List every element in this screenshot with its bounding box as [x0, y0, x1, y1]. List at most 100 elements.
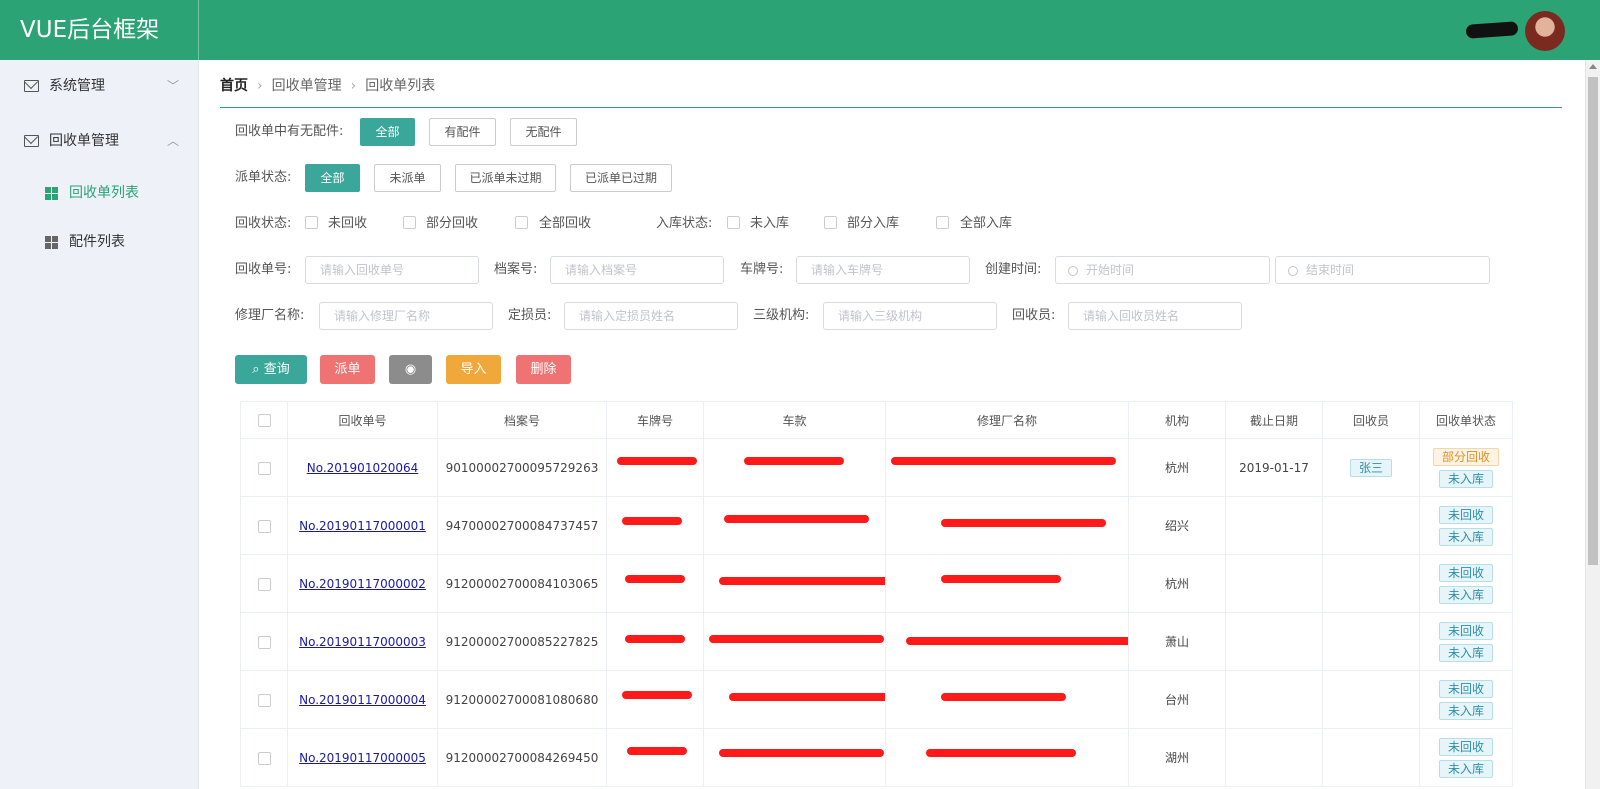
col-header: 回收单状态 [1419, 401, 1513, 439]
clock-icon [1068, 266, 1078, 276]
car-model-cell [703, 554, 886, 613]
order-no-link[interactable]: No.20190117000001 [299, 519, 426, 533]
org-cell: 杭州 [1128, 438, 1226, 497]
page-scrollbar[interactable] [1585, 60, 1600, 789]
storage-none-checkbox[interactable] [727, 216, 740, 229]
assessor-label: 定损员: [508, 308, 552, 323]
plate-no-cell [606, 670, 704, 729]
assessor-input[interactable]: 请输入定损员姓名 [564, 302, 738, 330]
dispatch-valid-button[interactable]: 已派单未过期 [455, 164, 556, 192]
row-checkbox[interactable] [257, 635, 271, 649]
storage-status-label: 入库状态: [656, 216, 713, 231]
recycler-cell [1322, 612, 1420, 671]
parts-yes-button[interactable]: 有配件 [429, 118, 496, 146]
table-row[interactable]: No.20190117000001 94700002700084737457 绍兴未… [240, 496, 1513, 555]
storage-all-checkbox[interactable] [936, 216, 949, 229]
start-time-input[interactable]: 开始时间 [1055, 256, 1270, 284]
redacted-plate [625, 635, 685, 643]
table-row[interactable]: No.20190117000003 91200002700085227825 萧山未… [240, 612, 1513, 671]
order-no-link[interactable]: No.20190117000004 [299, 693, 426, 707]
recycle-status-badge: 部分回收 [1432, 447, 1499, 466]
row-checkbox[interactable] [257, 693, 271, 707]
row-select-cell[interactable] [240, 554, 288, 613]
recycle-status-badge: 未回收 [1438, 621, 1493, 640]
table-row[interactable]: No.20190117000004 91200002700081080680 台州未… [240, 670, 1513, 729]
factory-cell [885, 554, 1129, 613]
breadcrumb: 首页 › 回收单管理 › 回收单列表 [220, 75, 435, 97]
eye-icon[interactable]: ◉ [389, 355, 432, 384]
row-select-cell[interactable] [240, 728, 288, 787]
sidebar-menu-system[interactable]: 系统管理 ﹀ [0, 68, 199, 104]
row-checkbox[interactable] [257, 751, 271, 765]
status-cell: 未回收 未入库 [1419, 728, 1513, 787]
order-no-link[interactable]: No.201901020064 [307, 461, 419, 475]
table-row[interactable]: No.20190117000005 91200002700084269450 湖州未… [240, 728, 1513, 787]
sidebar-item-parts-list[interactable]: 配件列表 [0, 224, 199, 260]
order-no-link[interactable]: No.20190117000002 [299, 577, 426, 591]
user-name-redacted[interactable] [1465, 21, 1519, 39]
sidebar-item-recycle-list[interactable]: 回收单列表 [0, 175, 199, 211]
order-no-cell: No.20190117000003 [287, 612, 438, 671]
search-button[interactable]: ⌕ 查询 [235, 355, 307, 384]
recycle-none-label: 未回收 [328, 216, 368, 231]
plate-no-cell [606, 612, 704, 671]
storage-partial-checkbox[interactable] [824, 216, 837, 229]
redacted-factory [891, 457, 1116, 465]
select-all-checkbox[interactable] [257, 414, 271, 427]
archive-no-cell: 91200002700081080680 [437, 670, 607, 729]
org3-input[interactable]: 请输入三级机构 [823, 302, 997, 330]
recycler-input[interactable]: 请输入回收员姓名 [1068, 302, 1242, 330]
breadcrumb-divider [220, 107, 1562, 108]
redacted-factory [941, 575, 1061, 583]
factory-input[interactable]: 请输入修理厂名称 [319, 302, 493, 330]
dispatch-all-button[interactable]: 全部 [305, 164, 360, 192]
col-header: 机构 [1128, 401, 1226, 439]
recycle-partial-checkbox[interactable] [403, 216, 416, 229]
order-no-link[interactable]: No.20190117000005 [299, 751, 426, 765]
parts-no-button[interactable]: 无配件 [510, 118, 577, 146]
import-button[interactable]: 导入 [446, 355, 501, 384]
created-time-label: 创建时间: [985, 262, 1042, 277]
storage-status-badge: 未入库 [1438, 527, 1493, 546]
recycle-status-badge: 未回收 [1438, 563, 1493, 582]
end-time-input[interactable]: 结束时间 [1275, 256, 1490, 284]
table-row[interactable]: No.20190117000002 91200002700084103065 杭州未… [240, 554, 1513, 613]
row-checkbox[interactable] [257, 461, 271, 475]
row-select-cell[interactable] [240, 496, 288, 555]
parts-all-button[interactable]: 全部 [360, 118, 415, 146]
archive-no-cell: 91200002700085227825 [437, 612, 607, 671]
order-no-link[interactable]: No.20190117000003 [299, 635, 426, 649]
recycle-none-checkbox[interactable] [305, 216, 318, 229]
clock-icon [1288, 266, 1298, 276]
recycle-status-badge: 未回收 [1438, 679, 1493, 698]
scroll-thumb[interactable] [1588, 77, 1598, 565]
row-select-cell[interactable] [240, 612, 288, 671]
dispatch-none-button[interactable]: 未派单 [374, 164, 441, 192]
breadcrumb-level1[interactable]: 回收单管理 [272, 78, 342, 94]
scroll-up-icon[interactable] [1589, 64, 1597, 69]
col-header: 回收单号 [287, 401, 438, 439]
recycle-all-checkbox[interactable] [515, 216, 528, 229]
sidebar-menu-recycle[interactable]: 回收单管理 ︿ [0, 123, 199, 159]
table-row[interactable]: No.201901020064 90100002700095729263 杭州 201… [240, 438, 1513, 497]
car-model-cell [703, 496, 886, 555]
select-all-cell[interactable] [240, 401, 288, 439]
status-cell: 未回收 未入库 [1419, 554, 1513, 613]
chevron-up-icon: ︿ [167, 134, 180, 148]
row-select-cell[interactable] [240, 670, 288, 729]
row-checkbox[interactable] [257, 519, 271, 533]
delete-button[interactable]: 删除 [516, 355, 571, 384]
archive-no-input[interactable]: 请输入档案号 [550, 256, 724, 284]
plate-no-input[interactable]: 请输入车牌号 [796, 256, 970, 284]
factory-cell [885, 728, 1129, 787]
mail-icon [24, 135, 39, 147]
redacted-factory [906, 637, 1128, 645]
breadcrumb-home[interactable]: 首页 [220, 78, 248, 94]
order-no-input[interactable]: 请输入回收单号 [305, 256, 479, 284]
chevron-down-icon: ﹀ [167, 79, 180, 93]
dispatch-expired-button[interactable]: 已派单已过期 [570, 164, 672, 192]
dispatch-button[interactable]: 派单 [320, 355, 375, 384]
row-checkbox[interactable] [257, 577, 271, 591]
user-avatar[interactable] [1525, 11, 1565, 51]
row-select-cell[interactable] [240, 438, 288, 497]
